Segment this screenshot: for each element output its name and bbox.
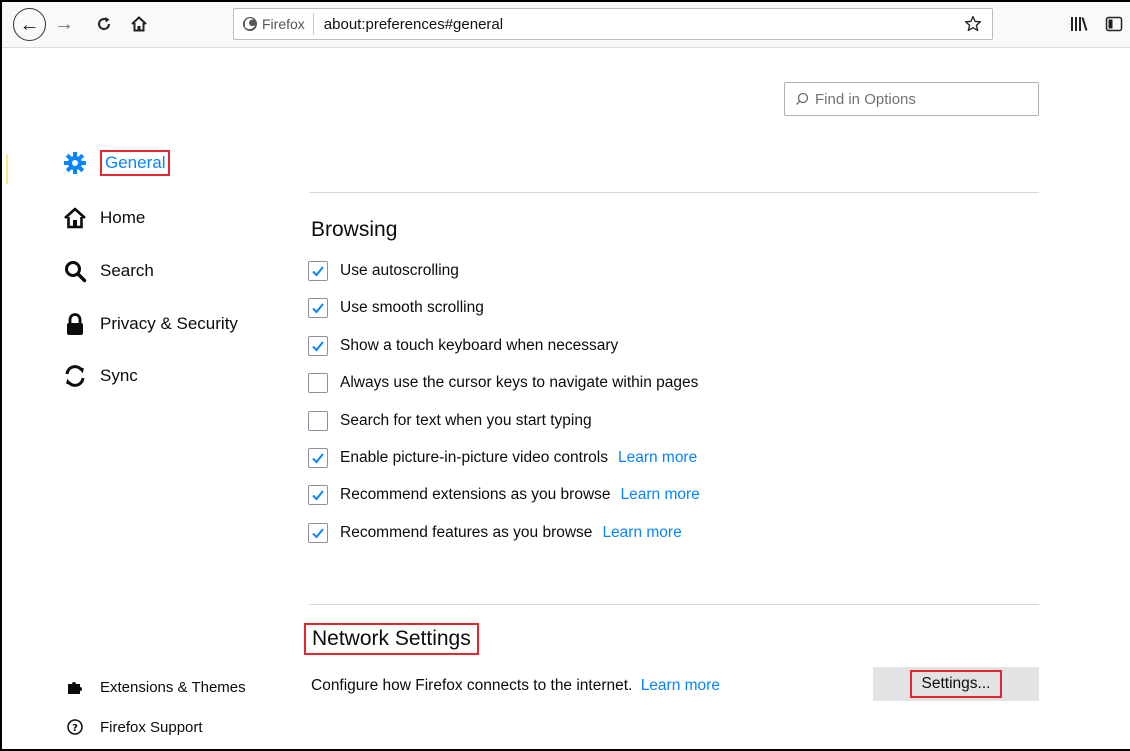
browsing-option-row[interactable]: Always use the cursor keys to navigate w… [308, 373, 698, 393]
library-button[interactable] [1067, 12, 1091, 36]
category-search-label: Search [100, 261, 154, 280]
checkbox[interactable] [308, 485, 328, 505]
checkmark-icon [312, 528, 324, 539]
checkbox[interactable] [308, 448, 328, 468]
network-settings-button-area[interactable]: Settings... [873, 667, 1039, 701]
firefox-support-label: Firefox Support [100, 718, 203, 736]
network-learn-more-link[interactable]: Learn more [641, 677, 720, 694]
search-icon [796, 92, 809, 105]
lock-icon [62, 311, 88, 337]
extensions-themes-link[interactable]: Extensions & Themes [66, 678, 246, 696]
library-icon [1071, 17, 1088, 31]
browsing-option-row[interactable]: Recommend extensions as you browse Learn … [308, 485, 700, 505]
checkbox[interactable] [308, 298, 328, 318]
category-home-label: Home [100, 208, 146, 227]
checkbox[interactable] [308, 336, 328, 356]
find-in-options-box[interactable] [784, 82, 1039, 116]
checkmark-icon [312, 453, 324, 464]
forward-arrow-icon: → [54, 12, 74, 35]
checkmark-icon [312, 341, 324, 352]
url-bar[interactable]: Firefox about:preferences#general [233, 8, 993, 40]
category-general-label: General [100, 150, 171, 176]
home-icon [131, 16, 147, 32]
svg-text:?: ? [72, 723, 78, 734]
browsing-option-label: Recommend features as you browse [340, 524, 593, 541]
help-icon: ? [66, 718, 84, 736]
section-divider [309, 604, 1039, 605]
network-description: Configure how Firefox connects to the in… [311, 677, 720, 695]
learn-more-link[interactable]: Learn more [602, 524, 681, 542]
search-icon [62, 258, 88, 284]
sync-icon [62, 363, 88, 389]
checkmark-icon [312, 303, 324, 314]
checkmark-icon [312, 266, 324, 277]
identity-box[interactable]: Firefox [234, 13, 314, 35]
browsing-option-label: Recommend extensions as you browse [340, 486, 611, 503]
browsing-option-row[interactable]: Use smooth scrolling [308, 298, 484, 318]
network-settings-title: Network Settings [304, 623, 479, 655]
forward-button[interactable]: → [50, 10, 78, 38]
browsing-option-row[interactable]: Recommend features as you browse Learn mo… [308, 523, 682, 543]
checkbox[interactable] [308, 523, 328, 543]
sidebar-toggle-button[interactable] [1102, 12, 1126, 36]
network-settings-button[interactable]: Settings... [909, 670, 1003, 698]
identity-label: Firefox [262, 16, 305, 32]
category-privacy-security[interactable]: Privacy & Security [62, 311, 238, 337]
browsing-option-row[interactable]: Search for text when you start typing [308, 411, 592, 431]
puzzle-icon [66, 678, 84, 696]
category-sync[interactable]: Sync [62, 363, 138, 389]
browsing-option-label: Enable picture-in-picture video controls [340, 449, 608, 466]
reload-button[interactable] [90, 10, 118, 38]
browsing-option-row[interactable]: Use autoscrolling [308, 261, 459, 281]
category-privacy-security-label: Privacy & Security [100, 314, 238, 333]
category-search[interactable]: Search [62, 258, 154, 284]
browsing-option-label: Use smooth scrolling [340, 299, 484, 316]
firefox-support-link[interactable]: ? Firefox Support [66, 718, 203, 736]
firefox-logo-icon [243, 17, 257, 31]
browsing-option-label: Search for text when you start typing [340, 412, 592, 429]
category-home[interactable]: Home [62, 205, 145, 231]
category-sync-label: Sync [100, 366, 138, 385]
sidebar-icon [1105, 16, 1123, 32]
checkmark-icon [312, 490, 324, 501]
back-arrow-icon: ← [19, 13, 40, 36]
category-general[interactable]: General [62, 150, 171, 176]
checkbox[interactable] [308, 373, 328, 393]
find-in-options-input[interactable] [815, 90, 1025, 108]
browser-window: ← → Firefox about:preferences#general Fi… [0, 0, 1130, 751]
star-icon [964, 15, 982, 32]
browsing-option-label: Always use the cursor keys to navigate w… [340, 374, 699, 391]
checkbox[interactable] [308, 261, 328, 281]
back-button[interactable]: ← [13, 8, 46, 41]
browsing-option-row[interactable]: Enable picture-in-picture video controls… [308, 448, 697, 468]
learn-more-link[interactable]: Learn more [618, 449, 697, 467]
browsing-option-label: Show a touch keyboard when necessary [340, 337, 619, 354]
browsing-option-label: Use autoscrolling [340, 262, 459, 279]
checkbox[interactable] [308, 411, 328, 431]
home-button[interactable] [125, 10, 153, 38]
extensions-themes-label: Extensions & Themes [100, 678, 246, 696]
gear-icon [62, 150, 88, 176]
network-description-text: Configure how Firefox connects to the in… [311, 677, 633, 694]
edge-marker [6, 154, 8, 184]
navigation-toolbar: ← → Firefox about:preferences#general [2, 2, 1130, 48]
learn-more-link[interactable]: Learn more [621, 486, 700, 504]
browsing-section-title: Browsing [311, 218, 398, 241]
bookmark-star-button[interactable] [962, 13, 984, 35]
reload-icon [98, 17, 111, 30]
section-divider [309, 192, 1039, 193]
browsing-option-row[interactable]: Show a touch keyboard when necessary [308, 336, 618, 356]
home-icon [62, 205, 88, 231]
url-text[interactable]: about:preferences#general [324, 16, 503, 33]
